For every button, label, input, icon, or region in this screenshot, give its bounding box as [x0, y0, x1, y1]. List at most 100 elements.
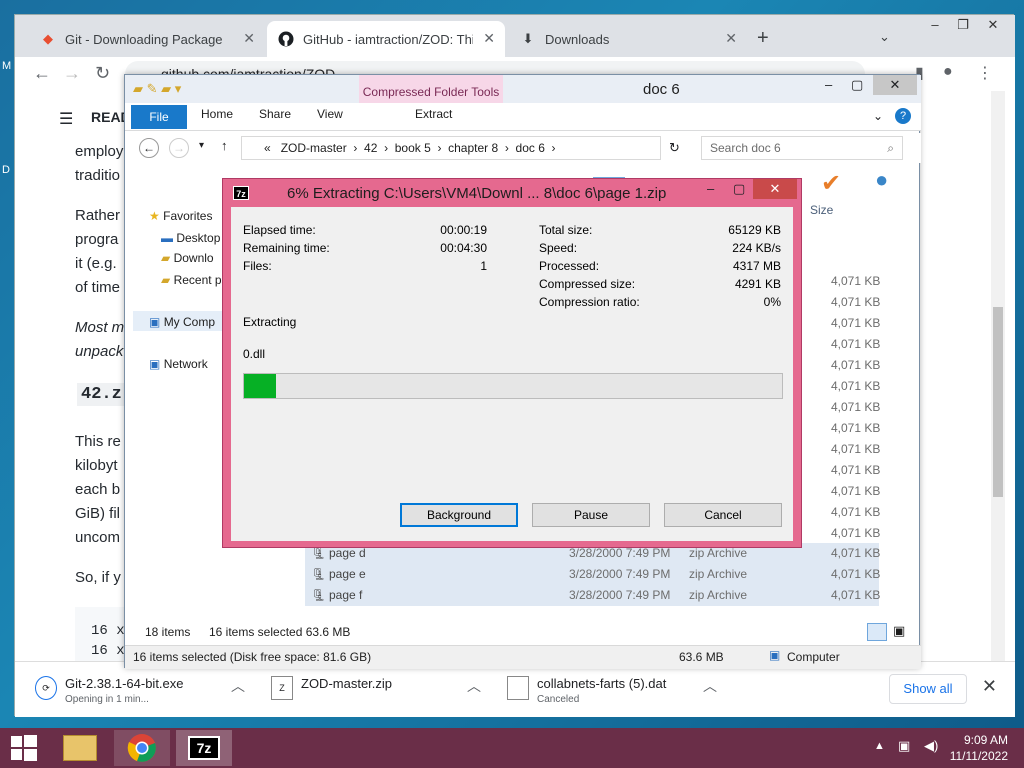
- search-box[interactable]: Search doc 6 ⌕: [701, 136, 903, 160]
- pause-button[interactable]: Pause: [532, 503, 650, 527]
- page-scrollbar[interactable]: [991, 91, 1005, 661]
- selection-size: 63.6 MB: [679, 650, 724, 664]
- dialog-body: Elapsed time: 00:00:19 Remaining time: 0…: [231, 207, 793, 541]
- address-row: ← → ▾ ↑ « ZOD-master › 42 › book 5 › cha…: [125, 133, 921, 163]
- volume-icon[interactable]: ◀): [924, 738, 938, 754]
- close-icon[interactable]: ✕: [243, 30, 255, 47]
- ribbon-tab-share[interactable]: Share: [259, 107, 291, 121]
- ribbon-tab-home[interactable]: Home: [201, 107, 233, 121]
- checkmark-icon[interactable]: ✔: [821, 169, 841, 198]
- background-button[interactable]: Background: [400, 503, 518, 527]
- close-icon[interactable]: ✕: [483, 30, 495, 47]
- download-status: Opening in 1 min...: [65, 694, 149, 705]
- tab-downloads[interactable]: ⬇ Downloads ✕: [509, 21, 747, 57]
- chevron-up-icon[interactable]: ︿: [703, 676, 717, 696]
- breadcrumb-overflow[interactable]: «: [264, 141, 271, 155]
- close-icon[interactable]: ✕: [982, 676, 997, 697]
- minimize-icon[interactable]: –: [707, 181, 714, 196]
- nav-label: Desktop: [176, 231, 221, 245]
- scrollbar-thumb[interactable]: [993, 307, 1003, 497]
- compressed-size-value: 4291 KB: [734, 277, 781, 291]
- tab-github[interactable]: GitHub - iamtraction/ZOD: This r ✕: [267, 21, 505, 57]
- download-item-git[interactable]: ⟳ Git-2.38.1-64-bit.exe Opening in 1 min…: [31, 662, 261, 718]
- breadcrumb-item[interactable]: chapter 8: [448, 141, 498, 155]
- files-value: 1: [480, 259, 487, 273]
- file-date: 3/28/2000 7:49 PM: [569, 567, 671, 581]
- nav-my-computer[interactable]: ▣ My Comp: [133, 311, 223, 331]
- taskbar-7zip[interactable]: 7z: [176, 730, 232, 766]
- breadcrumb-item[interactable]: book 5: [395, 141, 431, 155]
- chevron-down-icon[interactable]: ⌄: [873, 109, 883, 123]
- nav-recent[interactable]: ▰ Recent p: [161, 273, 222, 287]
- column-header-size[interactable]: Size: [810, 203, 833, 217]
- help-icon[interactable]: ?: [895, 108, 911, 124]
- list-icon[interactable]: ☰: [59, 109, 73, 129]
- file-type: zip Archive: [689, 567, 748, 581]
- new-tab-button[interactable]: +: [757, 27, 769, 50]
- tray-overflow-icon[interactable]: ▲: [874, 740, 885, 752]
- taskbar-chrome[interactable]: [114, 730, 170, 766]
- file-name: page f: [329, 588, 363, 602]
- refresh-icon[interactable]: ↻: [669, 140, 680, 156]
- cancel-button[interactable]: Cancel: [664, 503, 782, 527]
- forward-icon[interactable]: →: [169, 138, 189, 158]
- nav-label: My Comp: [163, 315, 216, 329]
- operation-label: Extracting: [243, 315, 297, 329]
- nav-favorites[interactable]: ★ Favorites: [149, 209, 212, 223]
- start-button[interactable]: [0, 730, 48, 766]
- git-icon: ◆: [43, 31, 53, 46]
- file-date: 3/28/2000 7:49 PM: [569, 546, 671, 560]
- file-row[interactable]: 🗜 page f 3/28/2000 7:49 PM zip Archive 4…: [305, 585, 880, 606]
- recent-locations-icon[interactable]: ▾: [199, 140, 204, 151]
- maximize-icon[interactable]: ▢: [733, 181, 745, 197]
- download-item-canceled[interactable]: collabnets-farts (5).dat Canceled ︿: [503, 662, 733, 718]
- reload-icon[interactable]: ↻: [95, 63, 110, 84]
- address-box[interactable]: « ZOD-master › 42 › book 5 › chapter 8 ›…: [241, 136, 661, 160]
- show-all-button[interactable]: Show all: [889, 674, 967, 704]
- file-size: 4,071 KB: [831, 567, 881, 581]
- file-size: 4,071 KB: [831, 526, 881, 540]
- ribbon-tab-file[interactable]: File: [131, 105, 187, 129]
- file-name: page d: [329, 546, 366, 560]
- speed-label: Speed:: [539, 241, 578, 255]
- up-icon[interactable]: ↑: [221, 138, 228, 153]
- zip-file-icon: Z: [271, 676, 293, 700]
- globe-icon[interactable]: ●: [875, 167, 888, 193]
- nav-network[interactable]: ▣ Network: [149, 357, 208, 371]
- back-icon[interactable]: ←: [139, 138, 159, 158]
- nav-desktop[interactable]: ▬ Desktop: [161, 231, 220, 245]
- taskbar-file-explorer[interactable]: [52, 730, 108, 766]
- download-item-zod[interactable]: Z ZOD-master.zip ︿: [267, 662, 497, 718]
- profile-icon[interactable]: ●: [943, 63, 953, 81]
- minimize-icon[interactable]: –: [825, 77, 832, 92]
- downloads-bar: ⟳ Git-2.38.1-64-bit.exe Opening in 1 min…: [15, 661, 1015, 717]
- chevron-up-icon[interactable]: ︿: [231, 676, 245, 696]
- network-icon: ▣: [149, 357, 161, 371]
- breadcrumb-item[interactable]: 42: [364, 141, 377, 155]
- close-window-icon[interactable]: ✕: [973, 15, 1013, 35]
- details-view-icon[interactable]: [867, 623, 887, 641]
- file-row[interactable]: 🗜 page e 3/28/2000 7:49 PM zip Archive 4…: [305, 564, 881, 585]
- clock[interactable]: 9:09 AM 11/11/2022: [950, 732, 1008, 764]
- breadcrumb-item[interactable]: doc 6: [516, 141, 545, 155]
- nav-label: Downlo: [173, 251, 214, 265]
- maximize-icon[interactable]: ▢: [851, 77, 863, 93]
- file-size: 4,071 KB: [831, 442, 881, 456]
- chevron-up-icon[interactable]: ︿: [467, 676, 481, 696]
- close-icon[interactable]: ✕: [725, 30, 737, 47]
- menu-icon[interactable]: ⋮: [977, 63, 993, 83]
- ribbon-tab-extract[interactable]: Extract: [415, 107, 452, 121]
- nav-downloads[interactable]: ▰ Downlo: [161, 251, 214, 265]
- forward-icon[interactable]: →: [63, 63, 81, 84]
- close-icon[interactable]: ✕: [873, 75, 917, 95]
- tab-search-icon[interactable]: ⌄: [879, 29, 890, 45]
- network-status-icon[interactable]: ▣: [898, 738, 910, 754]
- processed-label: Processed:: [539, 259, 600, 273]
- tab-git-download[interactable]: ◆ Git - Downloading Package ✕: [29, 21, 265, 57]
- back-icon[interactable]: ←: [33, 63, 51, 84]
- close-icon[interactable]: ✕: [753, 179, 797, 199]
- ribbon-tab-view[interactable]: View: [317, 107, 343, 121]
- download-name: collabnets-farts (5).dat: [537, 676, 667, 691]
- breadcrumb-item[interactable]: ZOD-master: [281, 141, 347, 155]
- large-icons-view-icon[interactable]: ▣: [893, 623, 905, 639]
